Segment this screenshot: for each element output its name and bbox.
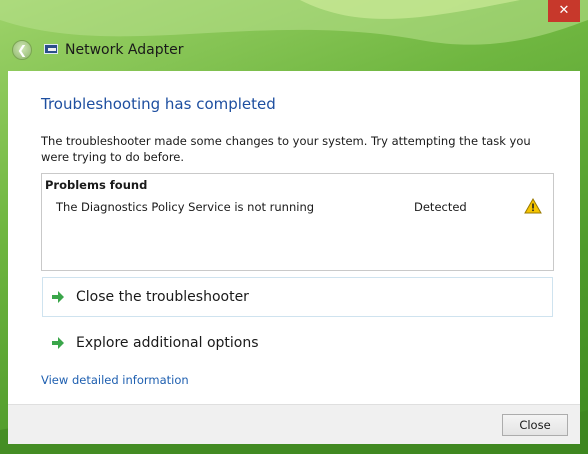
description-text: The troubleshooter made some changes to … [41, 134, 531, 164]
problem-item-status: Detected [414, 200, 467, 214]
window-close-button[interactable]: ✕ [548, 0, 580, 22]
back-arrow-icon: ❮ [16, 43, 28, 57]
warning-icon [524, 198, 542, 214]
title-bar: ❮ Network Adapter [12, 38, 183, 62]
network-adapter-icon [44, 44, 60, 56]
back-button[interactable]: ❮ [12, 40, 32, 60]
problem-item-text: The Diagnostics Policy Service is not ru… [56, 200, 315, 214]
green-arrow-icon [52, 337, 64, 349]
troubleshooter-window: ✕ ❮ Network Adapter Troubleshooting has … [0, 0, 588, 454]
green-arrow-icon [52, 291, 64, 303]
window-title: Network Adapter [65, 42, 184, 58]
close-troubleshooter-command[interactable]: Close the troubleshooter [42, 277, 553, 317]
problems-found-panel: Problems found The Diagnostics Policy Se… [41, 173, 554, 271]
explore-options-command[interactable]: Explore additional options [42, 323, 553, 363]
problems-found-title: Problems found [45, 178, 148, 192]
close-button[interactable]: Close [502, 414, 568, 436]
page-title: Troubleshooting has completed [41, 95, 276, 113]
footer-bar: Close [8, 404, 580, 444]
view-detailed-information-link[interactable]: View detailed information [41, 373, 189, 387]
content-pane: Troubleshooting has completed The troubl… [8, 71, 580, 404]
close-troubleshooter-label: Close the troubleshooter [76, 289, 249, 305]
explore-options-label: Explore additional options [76, 335, 259, 351]
